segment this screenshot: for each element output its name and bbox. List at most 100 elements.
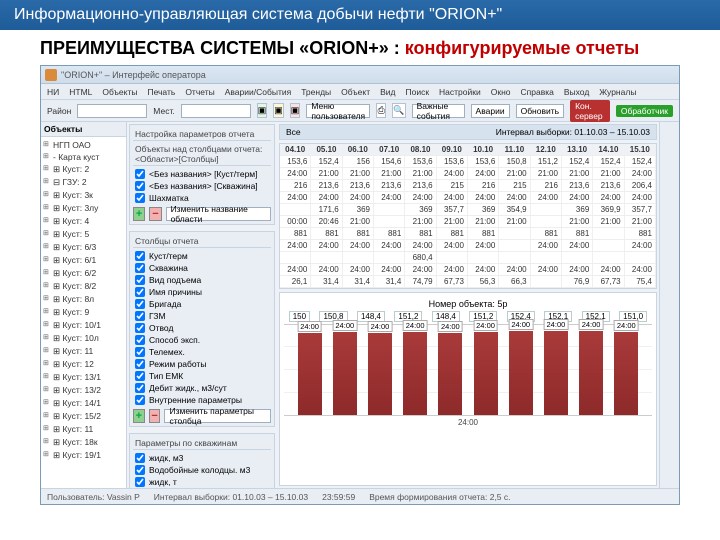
menu-item[interactable]: Тренды — [301, 87, 331, 97]
object-tree[interactable]: НГП ОАО- Карта куст⊞ Куст: 2⊟ ГЗУ: 2⊞ Ку… — [41, 137, 126, 464]
column-item[interactable]: Скважина — [133, 262, 271, 274]
checkbox[interactable] — [135, 477, 145, 487]
tree-node[interactable]: НГП ОАО — [43, 139, 124, 151]
tree-node[interactable]: ⊞ Куст: 3лу — [43, 202, 124, 215]
tree-node[interactable]: ⊞ Куст: 6/1 — [43, 254, 124, 267]
checkbox[interactable] — [135, 299, 145, 309]
rename-object-button[interactable]: Изменить название области — [166, 207, 271, 221]
object-item[interactable]: <Без названия> [Куст/терм] — [133, 168, 271, 180]
param-item[interactable]: жидк, т — [133, 476, 271, 488]
menu-item[interactable]: Аварии/События — [225, 87, 292, 97]
object-item[interactable]: Шахматка — [133, 192, 271, 204]
menu-item[interactable]: Объекты — [102, 87, 137, 97]
print-icon[interactable]: ⎙ — [376, 103, 386, 118]
tree-node[interactable]: ⊞ Куст: 11 — [43, 423, 124, 436]
column-item[interactable]: Внутренние параметры — [133, 394, 271, 406]
column-item[interactable]: Бригада — [133, 298, 271, 310]
object-item[interactable]: <Без названия> [Скважина] — [133, 180, 271, 192]
data-grid[interactable]: 04.1005.1006.1007.1008.1009.1010.1011.10… — [279, 143, 657, 289]
grid-cell: 24:00 — [374, 264, 405, 275]
menu-item[interactable]: Отчеты — [185, 87, 214, 97]
menu-item[interactable]: Печать — [147, 87, 175, 97]
refresh-button[interactable]: Обновить — [516, 104, 565, 118]
tree-node[interactable]: ⊞ Куст: 19/1 — [43, 449, 124, 462]
remove-object-button[interactable]: − — [149, 207, 161, 221]
checkbox[interactable] — [135, 275, 145, 285]
tree-node[interactable]: ⊞ Куст: 11 — [43, 345, 124, 358]
menu-item[interactable]: Справка — [521, 87, 554, 97]
tree-node[interactable]: ⊞ Куст: 13/1 — [43, 371, 124, 384]
column-item[interactable]: Куст/терм — [133, 250, 271, 262]
checkbox[interactable] — [135, 359, 145, 369]
events-button[interactable]: Важные события — [412, 104, 465, 118]
param-item[interactable]: жидк, м3 — [133, 452, 271, 464]
column-item[interactable]: ГЗМ — [133, 310, 271, 322]
checkbox[interactable] — [135, 311, 145, 321]
status-icon-green[interactable]: ▣ — [257, 103, 268, 118]
add-column-button[interactable]: + — [133, 409, 145, 423]
tree-node[interactable]: ⊞ Куст: 3к — [43, 189, 124, 202]
user-menu-button[interactable]: Меню пользователя — [306, 104, 370, 118]
tree-node[interactable]: ⊞ Куст: 12 — [43, 358, 124, 371]
tree-node[interactable]: ⊞ Куст: 15/2 — [43, 410, 124, 423]
menu-item[interactable]: Выход — [564, 87, 589, 97]
tree-node[interactable]: - Карта куст — [43, 151, 124, 163]
tree-node[interactable]: ⊞ Куст: 4 — [43, 215, 124, 228]
checkbox[interactable] — [135, 395, 145, 405]
column-item[interactable]: Дебит жидк., м3/сут — [133, 382, 271, 394]
menu-item[interactable]: Журналы — [599, 87, 636, 97]
column-item[interactable]: Имя причины — [133, 286, 271, 298]
tree-node[interactable]: ⊞ Куст: 9 — [43, 306, 124, 319]
mest-dropdown[interactable] — [181, 104, 251, 118]
checkbox[interactable] — [135, 287, 145, 297]
checkbox[interactable] — [135, 193, 145, 203]
tree-node[interactable]: ⊞ Куст: 13/2 — [43, 384, 124, 397]
tree-node[interactable]: ⊞ Куст: 8л — [43, 293, 124, 306]
checkbox[interactable] — [135, 251, 145, 261]
column-item[interactable]: Тип ЕМК — [133, 370, 271, 382]
tree-node[interactable]: ⊞ Куст: 10/1 — [43, 319, 124, 332]
rayon-dropdown[interactable] — [77, 104, 147, 118]
menu-item[interactable]: Настройки — [439, 87, 481, 97]
tree-node[interactable]: ⊞ Куст: 6/3 — [43, 241, 124, 254]
checkbox[interactable] — [135, 335, 145, 345]
menu-item[interactable]: Окно — [491, 87, 511, 97]
menu-item[interactable]: Вид — [380, 87, 395, 97]
column-item[interactable]: Способ эксп. — [133, 334, 271, 346]
tree-node[interactable]: ⊟ ГЗУ: 2 — [43, 176, 124, 189]
alarms-button[interactable]: Аварии — [471, 104, 510, 118]
menu-item[interactable]: HTML — [69, 87, 92, 97]
menu-item[interactable]: НИ — [47, 87, 59, 97]
checkbox[interactable] — [135, 383, 145, 393]
checkbox[interactable] — [135, 323, 145, 333]
tree-node[interactable]: ⊞ Куст: 6/2 — [43, 267, 124, 280]
search-icon[interactable]: 🔍 — [392, 103, 405, 118]
tree-node[interactable]: ⊞ Куст: 2 — [43, 163, 124, 176]
checkbox[interactable] — [135, 371, 145, 381]
remove-column-button[interactable]: − — [149, 409, 161, 423]
tree-node[interactable]: ⊞ Куст: 14/1 — [43, 397, 124, 410]
param-item[interactable]: Водобойные колодцы. м3 — [133, 464, 271, 476]
column-item[interactable]: Режим работы — [133, 358, 271, 370]
edit-column-button[interactable]: Изменить параметры столбца — [164, 409, 271, 423]
column-item[interactable]: Отвод — [133, 322, 271, 334]
tree-node[interactable]: ⊞ Куст: 18к — [43, 436, 124, 449]
checkbox[interactable] — [135, 347, 145, 357]
add-object-button[interactable]: + — [133, 207, 145, 221]
menubar[interactable]: НИ HTML Объекты Печать Отчеты Аварии/Соб… — [41, 84, 679, 100]
column-item[interactable]: Телемех. — [133, 346, 271, 358]
checkbox[interactable] — [135, 453, 145, 463]
status-icon-red[interactable]: ▣ — [290, 103, 301, 118]
tree-node[interactable]: ⊞ Куст: 10л — [43, 332, 124, 345]
checkbox[interactable] — [135, 263, 145, 273]
status-icon-yellow[interactable]: ▣ — [273, 103, 284, 118]
tree-node[interactable]: ⊞ Куст: 8/2 — [43, 280, 124, 293]
checkbox[interactable] — [135, 181, 145, 191]
checkbox[interactable] — [135, 169, 145, 179]
menu-item[interactable]: Поиск — [405, 87, 429, 97]
checkbox[interactable] — [135, 465, 145, 475]
right-dock — [659, 122, 679, 488]
tree-node[interactable]: ⊞ Куст: 5 — [43, 228, 124, 241]
menu-item[interactable]: Объект — [341, 87, 370, 97]
column-item[interactable]: Вид подъема — [133, 274, 271, 286]
